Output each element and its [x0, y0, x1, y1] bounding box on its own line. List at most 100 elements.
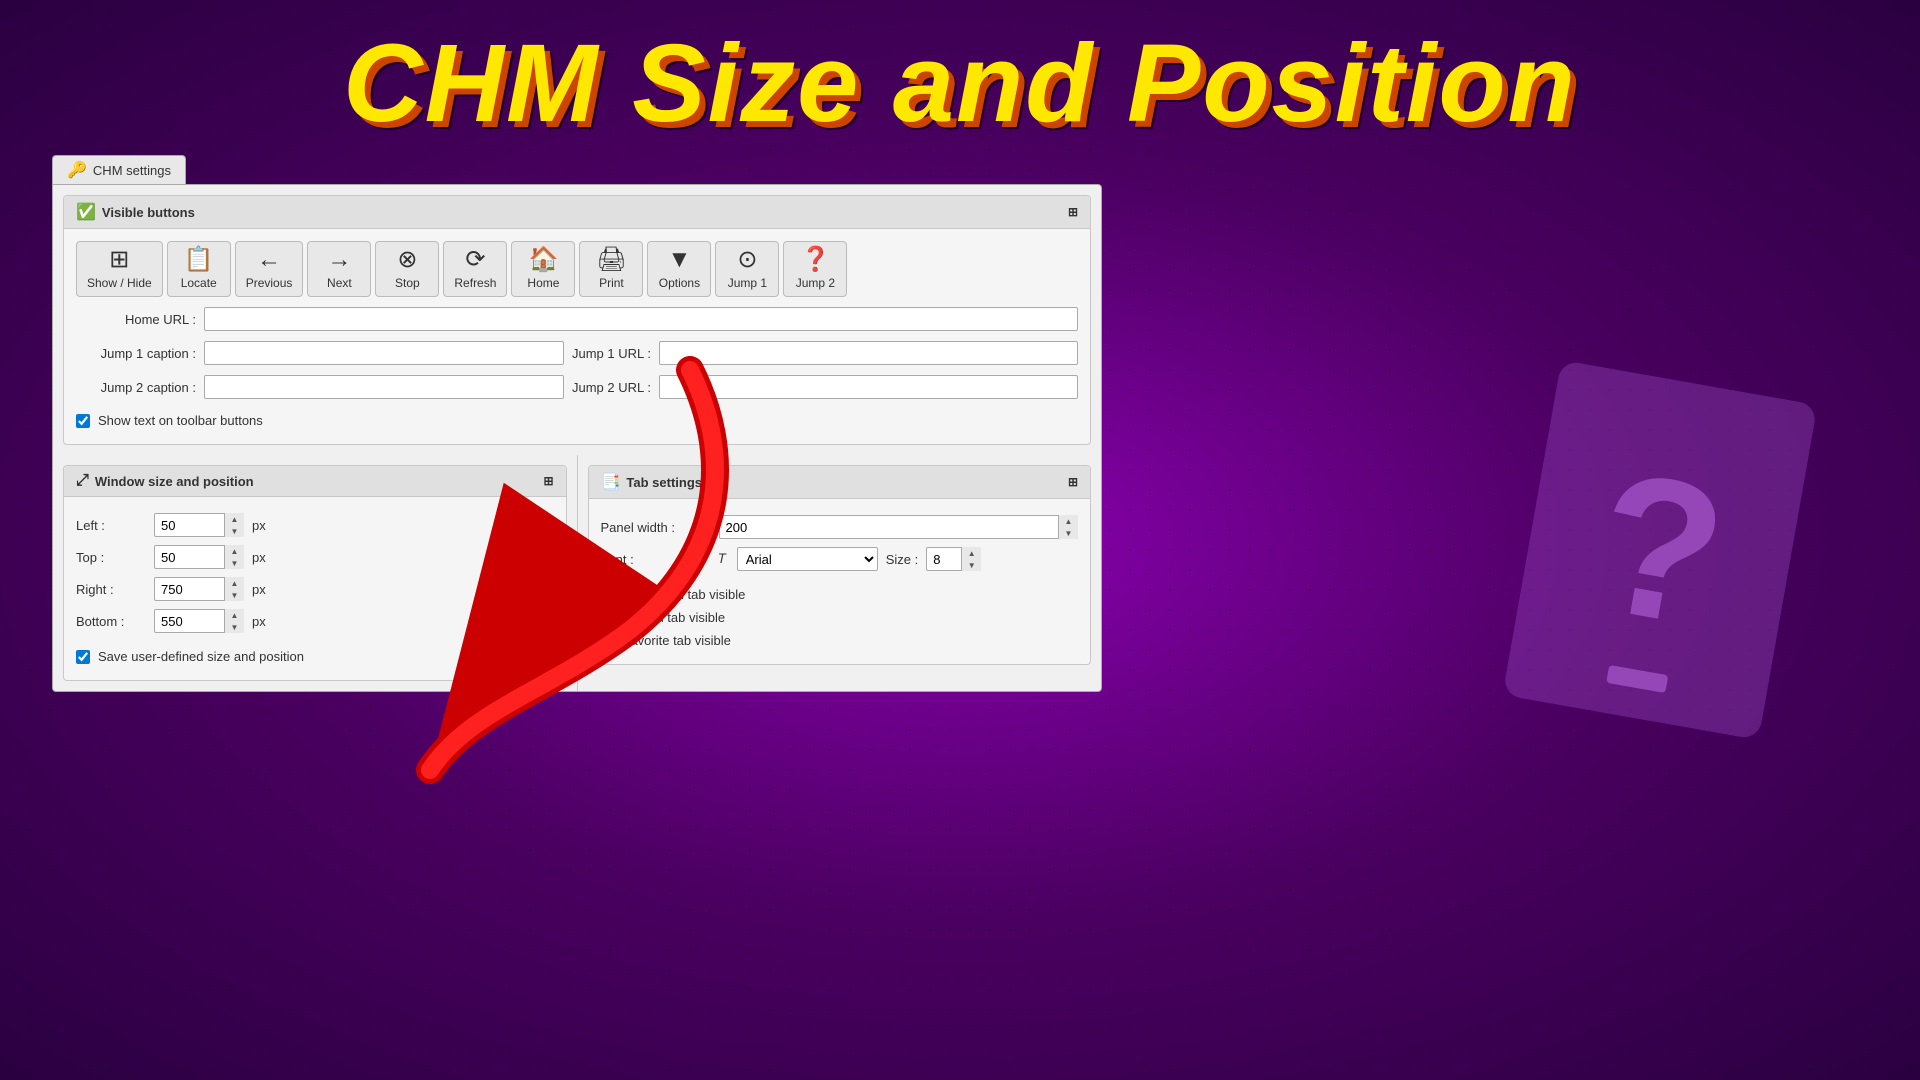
right-label: Right :: [76, 582, 146, 597]
bottom-spin-down[interactable]: ▼: [225, 621, 244, 633]
left-spin-up[interactable]: ▲: [225, 513, 244, 525]
bottom-label: Bottom :: [76, 614, 146, 629]
panel-width-spin-down[interactable]: ▼: [1059, 527, 1078, 539]
visible-buttons-header: ✅ Visible buttons ⊞: [64, 196, 1090, 229]
options-button[interactable]: ▼ Options: [647, 241, 711, 297]
search-tab-label: Search tab visible: [623, 610, 726, 625]
panel-width-spinner: ▲ ▼: [1058, 515, 1078, 539]
top-px: px: [252, 550, 266, 565]
left-input-wrap: ▲ ▼: [154, 513, 244, 537]
jump2-url-label: Jump 2 URL :: [572, 380, 651, 395]
tab-settings-expand[interactable]: ⊞: [1068, 475, 1078, 489]
main-panel: ✅ Visible buttons ⊞ ⊞ Show / Hide 📋 Loca…: [52, 184, 1102, 692]
panel-width-wrap: ▲ ▼: [719, 515, 1079, 539]
tab-bar: 🔑 CHM settings: [52, 155, 1102, 184]
visible-buttons-icon: ✅: [76, 202, 96, 222]
right-input-wrap: ▲ ▼: [154, 577, 244, 601]
top-label: Top :: [76, 550, 146, 565]
left-spinner: ▲ ▼: [224, 513, 244, 537]
window-size-header: ⤢ Window size and position ⊞: [64, 466, 566, 497]
search-tab-row: Search tab visible: [601, 606, 1079, 629]
favorite-tab-checkbox[interactable]: [601, 634, 615, 648]
toolbar-buttons-row: ⊞ Show / Hide 📋 Locate ← Previous → Next: [76, 241, 1078, 297]
search-tab-checkbox[interactable]: [601, 611, 615, 625]
font-size-spin-down[interactable]: ▼: [962, 559, 981, 571]
refresh-button[interactable]: ⟳ Refresh: [443, 241, 507, 297]
tab-settings-title: Tab settings: [626, 475, 702, 490]
jump1-caption-input[interactable]: [204, 341, 564, 365]
jump1-caption-label: Jump 1 caption :: [76, 346, 196, 361]
bottom-spin-up[interactable]: ▲: [225, 609, 244, 621]
tab-settings-col: 📑 Tab settings ⊞ Panel width : ▲: [578, 455, 1102, 691]
font-select[interactable]: Arial Times New Roman Verdana: [737, 547, 878, 571]
options-icon: ▼: [668, 248, 692, 272]
right-spin-down[interactable]: ▼: [225, 589, 244, 601]
question-mark-icon: ?: [1582, 441, 1737, 659]
jump2-row: Jump 2 caption : Jump 2 URL :: [76, 375, 1078, 399]
jump2-button[interactable]: ❓ Jump 2: [783, 241, 847, 297]
window-size-content: Left : ▲ ▼ px To: [64, 497, 566, 680]
top-spin-down[interactable]: ▼: [225, 557, 244, 569]
right-spin-up[interactable]: ▲: [225, 577, 244, 589]
jump1-url-input[interactable]: [659, 341, 1078, 365]
options-label: Options: [659, 276, 700, 290]
window-size-col: ⤢ Window size and position ⊞ Left : ▲: [53, 455, 578, 691]
panel-width-input[interactable]: [719, 515, 1079, 539]
refresh-icon: ⟳: [465, 248, 485, 272]
show-hide-label: Show / Hide: [87, 276, 152, 290]
save-row: Save user-defined size and position: [76, 645, 554, 668]
home-label: Home: [527, 276, 559, 290]
panel-width-spin-up[interactable]: ▲: [1059, 515, 1078, 527]
previous-button[interactable]: ← Previous: [235, 241, 304, 297]
nav-tab-row: Navigation tab visible: [601, 583, 1079, 606]
jump1-label: Jump 1: [728, 276, 767, 290]
top-spin-up[interactable]: ▲: [225, 545, 244, 557]
home-url-label: Home URL :: [76, 312, 196, 327]
panel-width-row: Panel width : ▲ ▼: [601, 511, 1079, 543]
nav-tab-checkbox[interactable]: [601, 588, 615, 602]
previous-label: Previous: [246, 276, 293, 290]
expand-icon[interactable]: ⊞: [1068, 205, 1078, 219]
show-text-checkbox[interactable]: [76, 414, 90, 428]
font-label: Font :: [601, 552, 711, 567]
bottom-px: px: [252, 614, 266, 629]
jump1-row: Jump 1 caption : Jump 1 URL :: [76, 341, 1078, 365]
locate-label: Locate: [181, 276, 217, 290]
refresh-label: Refresh: [454, 276, 496, 290]
stop-button[interactable]: ⊗ Stop: [375, 241, 439, 297]
home-url-input[interactable]: [204, 307, 1078, 331]
chm-settings-tab[interactable]: 🔑 CHM settings: [52, 155, 186, 184]
size-label: Size :: [886, 552, 919, 567]
left-px: px: [252, 518, 266, 533]
locate-button[interactable]: 📋 Locate: [167, 241, 231, 297]
jump2-icon: ❓: [800, 248, 830, 272]
save-checkbox[interactable]: [76, 650, 90, 664]
tab-settings-header: 📑 Tab settings ⊞: [589, 466, 1091, 499]
show-text-label: Show text on toolbar buttons: [98, 413, 263, 428]
left-row: Left : ▲ ▼ px: [76, 509, 554, 541]
jump1-url-label: Jump 1 URL :: [572, 346, 651, 361]
font-size-spinner: ▲ ▼: [961, 547, 981, 571]
home-button[interactable]: 🏠 Home: [511, 241, 575, 297]
jump2-url-input[interactable]: [659, 375, 1078, 399]
locate-icon: 📋: [184, 248, 214, 272]
left-spin-down[interactable]: ▼: [225, 525, 244, 537]
jump1-button[interactable]: ⊙ Jump 1: [715, 241, 779, 297]
show-hide-button[interactable]: ⊞ Show / Hide: [76, 241, 163, 297]
window-size-title: Window size and position: [95, 474, 254, 489]
favorite-tab-label: Favorite tab visible: [623, 633, 731, 648]
bottom-spinner: ▲ ▼: [224, 609, 244, 633]
page-title: CHM Size and Position: [343, 20, 1577, 147]
next-button[interactable]: → Next: [307, 241, 371, 297]
font-icon: 𝑇: [719, 551, 727, 567]
show-text-row: Show text on toolbar buttons: [76, 409, 1078, 432]
home-icon: 🏠: [528, 248, 558, 272]
window-size-expand[interactable]: ⊞: [543, 474, 553, 488]
print-button[interactable]: 🖨 Print: [579, 241, 643, 297]
font-size-wrap: ▲ ▼: [926, 547, 981, 571]
window-size-icon: ⤢: [76, 472, 89, 490]
favorite-tab-row: Favorite tab visible: [601, 629, 1079, 652]
jump2-caption-input[interactable]: [204, 375, 564, 399]
font-size-spin-up[interactable]: ▲: [962, 547, 981, 559]
panel-width-label: Panel width :: [601, 520, 711, 535]
